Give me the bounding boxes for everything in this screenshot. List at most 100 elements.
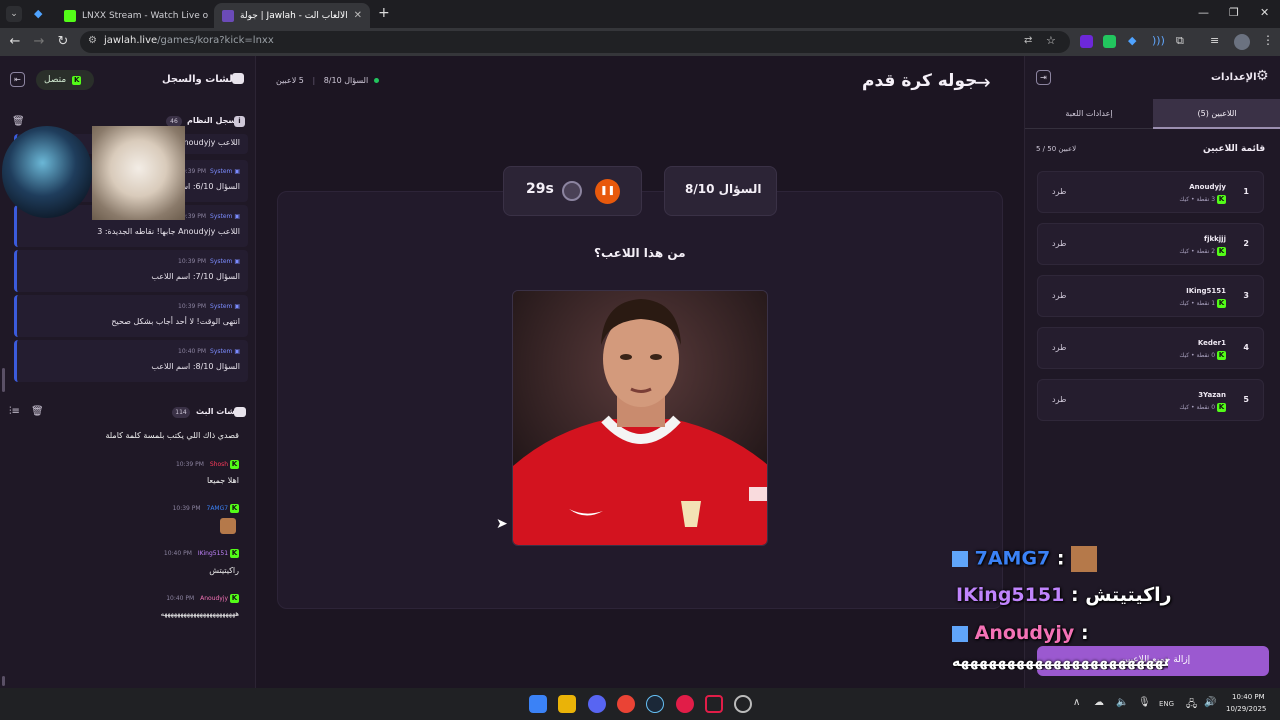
- tab-game-settings[interactable]: إعدادات اللعبة: [1025, 99, 1153, 129]
- kick-icon: K: [230, 460, 239, 469]
- log-entry-text: السؤال 7/10: اسم اللاعب: [151, 272, 240, 281]
- extension-icon[interactable]: ◆: [1128, 34, 1136, 47]
- tray-chevron-icon[interactable]: ∧: [1073, 697, 1080, 708]
- player-name: 3Yazan: [1198, 391, 1226, 399]
- site-info-icon[interactable]: ⚙: [88, 35, 97, 46]
- chat-username: 7AMG7: [206, 505, 229, 512]
- chat-settings-icon[interactable]: ⫶≡: [9, 406, 20, 417]
- kick-icon: K: [1217, 195, 1226, 204]
- player-row: 5 3Yazan K 0 نقطة • كيك طرد: [1037, 379, 1264, 421]
- trash-icon[interactable]: 🗑: [12, 116, 25, 127]
- log-entry-meta: 10:40 PM System ▣: [178, 348, 240, 355]
- pause-button[interactable]: ❚❚: [595, 179, 620, 204]
- game-status-bar: السؤال 8/10 | 5 لاعبين: [276, 76, 379, 85]
- player-name: IKing5151: [1186, 287, 1226, 295]
- start-icon[interactable]: [529, 695, 547, 713]
- extension-icon[interactable]: [1103, 35, 1116, 48]
- log-scrollbar[interactable]: [2, 368, 5, 392]
- settings-icon[interactable]: [734, 695, 752, 713]
- cloud-icon[interactable]: ☁: [1094, 697, 1104, 708]
- media-icon[interactable]: ≡: [1210, 34, 1219, 47]
- back-arrow-icon[interactable]: →: [974, 70, 991, 94]
- expand-panel-icon[interactable]: ⇥: [1036, 70, 1051, 85]
- chrome-icon[interactable]: [617, 695, 635, 713]
- snipping-tool-icon[interactable]: [705, 695, 723, 713]
- page: ⇤ متصل K الشات والسجل 🗑 46 سجل النظام i …: [0, 56, 1280, 688]
- browser-tab-bar: ⌄ ◆ LNXX Stream - Watch Live o ✕ جولة | …: [0, 0, 1280, 28]
- log-entry: 10:39 PM System ▣ انتهى الوقت! لا أحد أجا…: [14, 295, 248, 337]
- player-points: K 0 نقطة • كيك: [1179, 351, 1226, 360]
- url-text[interactable]: jawlah.live/games/kora?kick=lnxx: [104, 35, 274, 46]
- file-explorer-icon[interactable]: [558, 695, 576, 713]
- kick-player-button[interactable]: طرد: [1052, 239, 1066, 248]
- microphone-icon[interactable]: 🎙: [1138, 697, 1151, 708]
- question-pill-text: السؤال 8/10: [685, 182, 762, 196]
- gear-icon: ⚙: [1256, 68, 1269, 84]
- network-icon[interactable]: 🖧: [1186, 697, 1197, 714]
- overlay-line: Anoudyjy :: [952, 622, 1089, 644]
- log-entry-text: اللاعب Anoudyjy: [178, 138, 240, 147]
- player-list-count: 5 / 50 لاعبين: [1036, 145, 1077, 153]
- overlay-line: IKing5151 : راكيتيتش: [956, 584, 1172, 606]
- jawlah-icon: [222, 9, 234, 22]
- kick-player-button[interactable]: طرد: [1052, 395, 1066, 404]
- player-info: 0 نقطة • كيك: [1179, 404, 1216, 411]
- back-button[interactable]: ←: [6, 33, 24, 51]
- clock-date[interactable]: 10/29/2025: [1226, 705, 1266, 713]
- trash-icon[interactable]: 🗑: [31, 406, 44, 417]
- speaker-icon[interactable]: 🔊: [1204, 697, 1216, 708]
- chat-scrollbar[interactable]: [2, 676, 5, 686]
- diamond-icon[interactable]: ◆: [34, 7, 42, 20]
- reload-button[interactable]: ↻: [54, 33, 72, 51]
- player-name: Keder1: [1197, 339, 1226, 347]
- kick-player-button[interactable]: طرد: [1052, 187, 1066, 196]
- player-rank: 1: [1243, 187, 1249, 196]
- tab-players[interactable]: اللاعبين (5): [1153, 99, 1280, 129]
- log-entry-meta: 10:39 PM System ▣: [178, 168, 240, 175]
- chat-icon: [232, 73, 244, 84]
- kick-icon: K: [230, 594, 239, 603]
- opera-icon[interactable]: [676, 695, 694, 713]
- forward-button[interactable]: →: [30, 33, 48, 51]
- volume-icon[interactable]: 🔈: [1116, 697, 1128, 708]
- kick-player-button[interactable]: طرد: [1052, 343, 1066, 352]
- player-name: Anoudyjy: [1189, 183, 1226, 191]
- log-sender: System: [210, 213, 233, 220]
- kick-player-button[interactable]: طرد: [1052, 291, 1066, 300]
- star-icon[interactable]: ☆: [1046, 34, 1056, 47]
- tab-list-button[interactable]: ⌄: [6, 6, 22, 22]
- language-indicator[interactable]: ENG: [1159, 700, 1174, 708]
- chat-username: Shosh: [209, 461, 229, 468]
- extension-icon[interactable]: ))): [1152, 34, 1165, 47]
- timer-pill: 29s ❚❚: [503, 166, 642, 216]
- player-photo-art: [513, 291, 767, 545]
- clock-time[interactable]: 10:40 PM: [1232, 693, 1265, 701]
- log-entry: 10:40 PM System ▣ السؤال 8/10: اسم اللاعب: [14, 340, 248, 382]
- menu-icon[interactable]: ⋮: [1262, 33, 1274, 47]
- windows-taskbar: ∧ ☁ 🔈 🎙 ENG 🖧 🔊 10:40 PM 10/29/2025: [0, 688, 1280, 720]
- profile-avatar[interactable]: [1234, 34, 1250, 50]
- player-rank: 2: [1243, 239, 1249, 248]
- new-tab-button[interactable]: +: [378, 5, 390, 21]
- chat-count-badge: 114: [172, 407, 190, 418]
- minimize-button[interactable]: —: [1198, 6, 1209, 19]
- omnibox[interactable]: ⚙ jawlah.live/games/kora?kick=lnxx ⇄ ☆: [80, 31, 1070, 53]
- discord-icon[interactable]: [588, 695, 606, 713]
- close-icon[interactable]: ✕: [348, 10, 362, 21]
- log-entry-text: انتهى الوقت! لا أحد أجاب بشكل صحيح: [111, 317, 240, 326]
- maximize-button[interactable]: ❐: [1229, 6, 1239, 19]
- chat-message-text: قصدي ذاك اللي يكتب بلمسة كلمة كاملة: [105, 431, 239, 440]
- tab-jawlah[interactable]: جولة | Jawlah - منصة الألعاب الت... ✕: [214, 3, 370, 28]
- url-path: /games/kora?kick=lnxx: [157, 35, 274, 46]
- extensions-puzzle-icon[interactable]: ⧉: [1176, 34, 1184, 48]
- steam-icon[interactable]: [646, 695, 664, 713]
- player-points: K 1 نقطة • كيك: [1179, 299, 1226, 308]
- close-window-button[interactable]: ✕: [1260, 6, 1269, 19]
- collapse-panel-icon[interactable]: ⇤: [10, 72, 25, 87]
- translate-icon[interactable]: ⇄: [1024, 35, 1032, 46]
- question-text: من هذا اللاعب؟: [594, 246, 686, 260]
- log-entry-meta: 10:39 PM System ▣: [178, 213, 240, 220]
- tab-lnxx-stream[interactable]: LNXX Stream - Watch Live o ✕: [56, 3, 214, 28]
- address-bar: ← → ↻ ⚙ jawlah.live/games/kora?kick=lnxx…: [0, 28, 1280, 56]
- extension-icon[interactable]: [1080, 35, 1093, 48]
